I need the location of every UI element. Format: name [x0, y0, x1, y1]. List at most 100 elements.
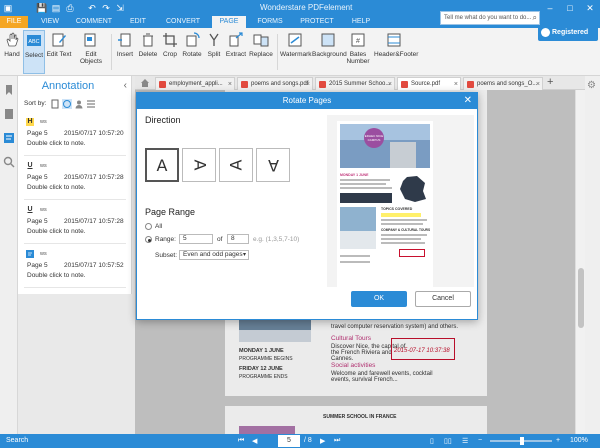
single-page-view-icon[interactable]: ▯ [430, 437, 434, 445]
status-bar: Search ⏮ ◀ 5 / 8 ▶ ⏭ ▯ ▯▯ ☰ − + 100% [0, 434, 600, 448]
delete-label: Delete [138, 51, 158, 58]
sort-by-time-icon[interactable] [62, 99, 72, 109]
replace-button[interactable]: Replace [248, 30, 274, 74]
rotate-180-option[interactable]: A [256, 148, 290, 182]
tab-comment[interactable]: COMMENT [72, 16, 116, 28]
pdf-file-icon [401, 81, 408, 88]
range-total-input[interactable]: 8 [227, 234, 249, 244]
background-button[interactable]: Background [312, 30, 347, 74]
continuous-view-icon[interactable]: ☰ [462, 437, 468, 445]
annotation-time: 2015/07/17 10:57:28 [64, 218, 124, 225]
doc-tab[interactable]: 2015 Summer Schoo... × [315, 77, 395, 90]
edit-objects-button[interactable]: Edit Objects [74, 30, 108, 74]
watermark-button[interactable]: Watermark [280, 30, 312, 74]
thumbnail-icon[interactable] [3, 108, 15, 120]
close-tab-icon[interactable]: × [454, 78, 458, 90]
doc-tab-active[interactable]: Source.pdf × [397, 77, 461, 90]
print-icon[interactable]: ⎙ [64, 2, 76, 14]
sort-by-author-icon[interactable] [74, 99, 84, 109]
dialog-close-icon[interactable]: ✕ [464, 95, 472, 106]
cancel-button[interactable]: Cancel [415, 291, 471, 307]
tell-me-search[interactable]: Tell me what do you want to do... ⌕ [440, 11, 540, 25]
sort-by-page-icon[interactable] [50, 99, 60, 109]
tab-convert[interactable]: CONVERT [160, 16, 206, 28]
delete-button[interactable]: Delete [137, 30, 159, 74]
settings-gear-icon[interactable]: ⚙ [587, 80, 596, 91]
collapse-panel-icon[interactable]: ‹ [124, 80, 127, 91]
search-panel-icon[interactable] [3, 156, 15, 168]
bookmark-icon[interactable] [3, 84, 15, 96]
minimize-icon[interactable]: – [540, 0, 560, 16]
crop-icon [163, 33, 177, 47]
tab-forms[interactable]: FORMS [252, 16, 288, 28]
preview-dark-banner [340, 193, 392, 203]
fit-icon[interactable]: ⇲ [114, 2, 126, 14]
annotation-item[interactable]: ws Page 5 2015/07/17 10:57:52 Double cli… [24, 248, 126, 288]
search-label[interactable]: Search [6, 437, 28, 444]
split-button[interactable]: Split [204, 30, 224, 74]
edit-text-button[interactable]: Edit Text [46, 30, 72, 74]
open-icon[interactable]: ▤ [50, 2, 62, 14]
extract-button[interactable]: Extract [225, 30, 247, 74]
tab-page[interactable]: PAGE [212, 16, 246, 28]
home-icon[interactable] [140, 78, 150, 88]
subset-select[interactable]: Even and odd pages ▾ [179, 250, 249, 260]
close-tab-icon[interactable]: × [536, 78, 540, 90]
hand-tool-button[interactable]: Hand [2, 30, 22, 74]
first-page-icon[interactable]: ⏮ [238, 437, 244, 445]
select-tool-button[interactable]: ABC Select [23, 30, 45, 74]
header-footer-button[interactable]: Header&Footer [374, 30, 418, 74]
close-tab-icon[interactable]: × [388, 78, 392, 90]
tab-file[interactable]: FILE [0, 16, 28, 28]
tab-help[interactable]: HELP [346, 16, 376, 28]
zoom-level[interactable]: 100% [570, 437, 588, 444]
last-page-icon[interactable]: ⏭ [334, 437, 340, 445]
crop-button[interactable]: Crop [160, 30, 180, 74]
annotation-item[interactable]: H ws Page 5 2015/07/17 10:57:20 Double c… [24, 116, 126, 156]
all-pages-radio[interactable] [145, 223, 152, 230]
annotation-item[interactable]: U ws Page 5 2015/07/17 10:57:28 Double c… [24, 160, 126, 200]
annotation-icon[interactable] [3, 132, 15, 144]
scrollbar-thumb[interactable] [578, 268, 584, 328]
close-icon[interactable]: ✕ [580, 0, 600, 16]
redo-icon[interactable]: ↷ [100, 2, 112, 14]
bates-number-button[interactable]: # Bates Number [346, 30, 370, 74]
vertical-scrollbar[interactable] [575, 90, 585, 434]
insert-button[interactable]: Insert [114, 30, 136, 74]
current-page-input[interactable]: 5 [278, 435, 300, 447]
next-page-icon[interactable]: ▶ [320, 437, 325, 445]
close-tab-icon[interactable]: × [228, 78, 232, 90]
doc-tab[interactable]: employment_appli... × [155, 77, 235, 90]
doc-tab[interactable]: poems and songs_O... × [463, 77, 543, 90]
ok-button[interactable]: OK [351, 291, 407, 307]
new-tab-icon[interactable]: + [547, 76, 553, 88]
select-icon: ABC [27, 35, 41, 46]
range-radio[interactable] [145, 236, 152, 243]
tab-view[interactable]: VIEW [34, 16, 66, 28]
sort-by-type-icon[interactable] [86, 99, 96, 109]
undo-icon[interactable]: ↶ [86, 2, 98, 14]
maximize-icon[interactable]: □ [560, 0, 580, 16]
zoom-slider-handle[interactable] [520, 437, 524, 445]
preview-text-line [340, 183, 386, 185]
rotate-90-cw-option[interactable]: A [182, 148, 216, 182]
pdf-file-icon [467, 81, 474, 88]
zoom-in-icon[interactable]: + [556, 437, 560, 444]
close-tab-icon[interactable]: × [306, 78, 310, 90]
two-page-view-icon[interactable]: ▯▯ [444, 437, 452, 445]
header-footer-label: Header&Footer [374, 51, 419, 58]
rotate-none-option[interactable]: A [145, 148, 179, 182]
range-from-input[interactable]: 5 [179, 234, 213, 244]
rotate-button[interactable]: Rotate [181, 30, 203, 74]
registered-account-button[interactable]: Registered [538, 25, 598, 41]
page-range-label: Page Range [145, 207, 196, 217]
doc-tab[interactable]: poems and songs.pdf × [237, 77, 313, 90]
rotate-90-ccw-option[interactable]: A [219, 148, 253, 182]
annotation-item[interactable]: U ws Page 5 2015/07/17 10:57:28 Double c… [24, 204, 126, 244]
save-icon[interactable]: 💾 [36, 2, 48, 14]
prev-page-icon[interactable]: ◀ [252, 437, 257, 445]
tab-protect[interactable]: PROTECT [294, 16, 340, 28]
zoom-out-icon[interactable]: − [478, 437, 482, 444]
preview-building [390, 142, 416, 168]
tab-edit[interactable]: EDIT [122, 16, 154, 28]
